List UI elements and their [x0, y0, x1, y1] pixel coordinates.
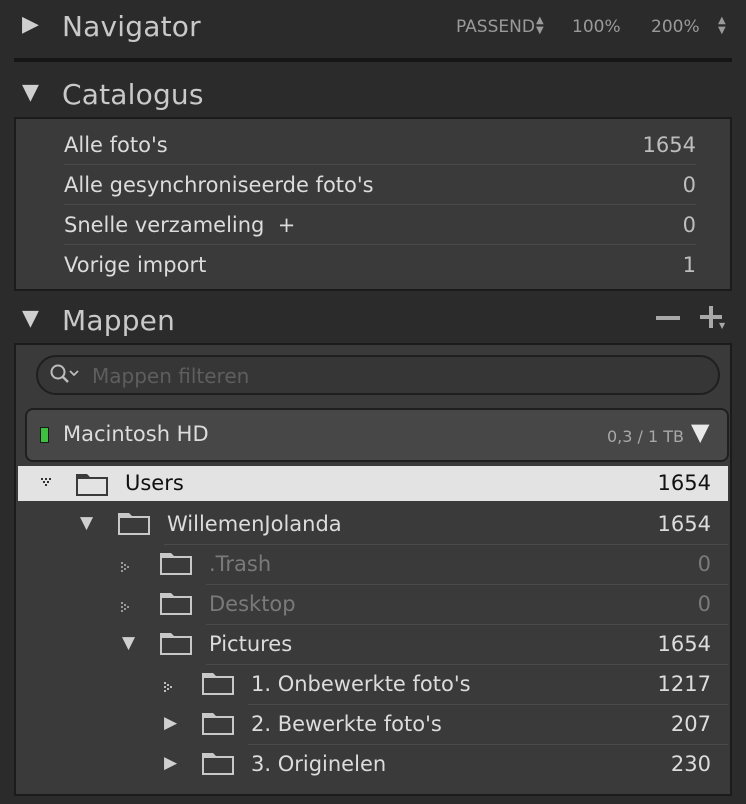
add-folder-icon[interactable]: ▼ — [700, 304, 726, 332]
folder-icon — [159, 630, 193, 660]
expand-triangle-down-icon[interactable]: ▼ — [80, 513, 93, 533]
folder-name: Users — [125, 471, 184, 495]
catalog-item-count: 0 — [682, 213, 696, 237]
folder-count: 230 — [670, 752, 711, 776]
folder-name: Desktop — [209, 592, 296, 616]
volume-macintosh-hd[interactable]: Macintosh HD 0,3 / 1 TB ▼ — [25, 408, 729, 462]
catalog-item-quick-collection[interactable]: Snelle verzameling + 0 — [64, 204, 696, 245]
volume-usage: 0,3 / 1 TB — [607, 427, 685, 446]
catalog-item-label: Alle gesynchroniseerde foto's — [64, 173, 374, 197]
collapse-triangle-down-icon[interactable]: ▼ — [22, 80, 39, 105]
folder-row-users[interactable]: Users 1654 — [18, 466, 728, 501]
folder-name: Pictures — [209, 632, 293, 656]
folder-icon — [75, 471, 109, 501]
folder-row-willemenjolanda[interactable]: ▼ WillemenJolanda 1654 — [18, 505, 728, 545]
catalog-item-synced-photos[interactable]: Alle gesynchroniseerde foto's 0 — [64, 164, 696, 205]
folder-count: 1654 — [657, 512, 711, 536]
folder-row-pictures[interactable]: ▼ Pictures 1654 — [18, 625, 728, 665]
folder-row-originelen[interactable]: ▶ 3. Originelen 230 — [18, 745, 728, 785]
search-icon[interactable] — [50, 364, 80, 390]
zoom-fit-option[interactable]: PASSEND — [456, 17, 535, 37]
mappen-panel: Mappen filteren Macintosh HD 0,3 / 1 TB … — [14, 343, 732, 796]
folder-name: 1. Onbewerkte foto's — [251, 672, 471, 696]
expand-dotted-right-icon[interactable] — [121, 559, 133, 578]
catalog-item-label: Alle foto's — [64, 133, 168, 157]
navigator-divider — [14, 58, 732, 62]
volume-dropdown-icon[interactable]: ▼ — [691, 418, 709, 446]
catalog-item-count: 1654 — [642, 133, 696, 157]
catalogus-title: Catalogus — [62, 78, 204, 111]
folder-name: .Trash — [209, 552, 272, 576]
catalog-item-count: 1 — [682, 253, 696, 277]
folder-count: 1654 — [657, 632, 711, 656]
catalogus-header[interactable]: ▼ Catalogus — [0, 70, 746, 116]
zoom-stepper-icon[interactable]: ▲ ▼ — [718, 16, 726, 36]
catalogus-panel: Alle foto's 1654 Alle gesynchroniseerde … — [14, 117, 732, 291]
expand-triangle-right-icon[interactable]: ▶ — [164, 713, 177, 733]
remove-folder-icon[interactable] — [656, 316, 680, 320]
folder-icon — [159, 550, 193, 580]
folder-row-desktop[interactable]: Desktop 0 — [18, 585, 728, 625]
volume-status-indicator — [40, 427, 49, 443]
navigator-header[interactable]: ▶ Navigator PASSEND ▲ ▼ 100% 200% ▲ ▼ — [0, 0, 746, 56]
zoom-200-option[interactable]: 200% — [651, 17, 700, 37]
fit-stepper-icon[interactable]: ▲ ▼ — [536, 16, 544, 36]
folder-icon — [201, 710, 235, 740]
catalog-item-label: Vorige import — [64, 253, 207, 277]
expand-dotted-down-icon[interactable] — [41, 475, 53, 494]
folder-icon — [117, 510, 151, 540]
folder-search-field[interactable]: Mappen filteren — [36, 355, 720, 395]
catalog-item-count: 0 — [682, 173, 696, 197]
catalog-item-previous-import[interactable]: Vorige import 1 — [64, 244, 696, 284]
folder-count: 0 — [697, 552, 711, 576]
mappen-title: Mappen — [62, 304, 176, 337]
folder-count: 1217 — [657, 672, 711, 696]
navigator-title: Navigator — [62, 10, 201, 43]
volume-name: Macintosh HD — [63, 422, 209, 446]
folder-icon — [201, 750, 235, 780]
folder-row-trash[interactable]: .Trash 0 — [18, 545, 728, 585]
folder-name: 2. Bewerkte foto's — [251, 712, 442, 736]
folder-count: 207 — [670, 712, 711, 736]
search-placeholder: Mappen filteren — [92, 364, 250, 388]
collapse-triangle-right-icon[interactable]: ▶ — [22, 12, 39, 37]
expand-dotted-right-icon[interactable] — [121, 599, 133, 618]
folder-icon — [201, 670, 235, 700]
catalog-item-all-photos[interactable]: Alle foto's 1654 — [64, 124, 696, 165]
folder-row-bewerkte-fotos[interactable]: ▶ 2. Bewerkte foto's 207 — [18, 705, 728, 745]
expand-triangle-right-icon[interactable]: ▶ — [164, 753, 177, 773]
zoom-100-option[interactable]: 100% — [572, 17, 621, 37]
expand-dotted-right-icon[interactable] — [164, 679, 176, 698]
folder-name: WillemenJolanda — [167, 512, 342, 536]
catalog-item-label: Snelle verzameling + — [64, 213, 296, 237]
folder-count: 1654 — [657, 471, 711, 495]
folder-icon — [159, 590, 193, 620]
collapse-triangle-down-icon[interactable]: ▼ — [22, 306, 39, 331]
folder-name: 3. Originelen — [251, 752, 387, 776]
expand-triangle-down-icon[interactable]: ▼ — [122, 633, 135, 653]
mappen-header[interactable]: ▼ Mappen ▼ — [0, 296, 746, 342]
folder-count: 0 — [697, 592, 711, 616]
folder-row-onbewerkte-fotos[interactable]: 1. Onbewerkte foto's 1217 — [18, 665, 728, 705]
